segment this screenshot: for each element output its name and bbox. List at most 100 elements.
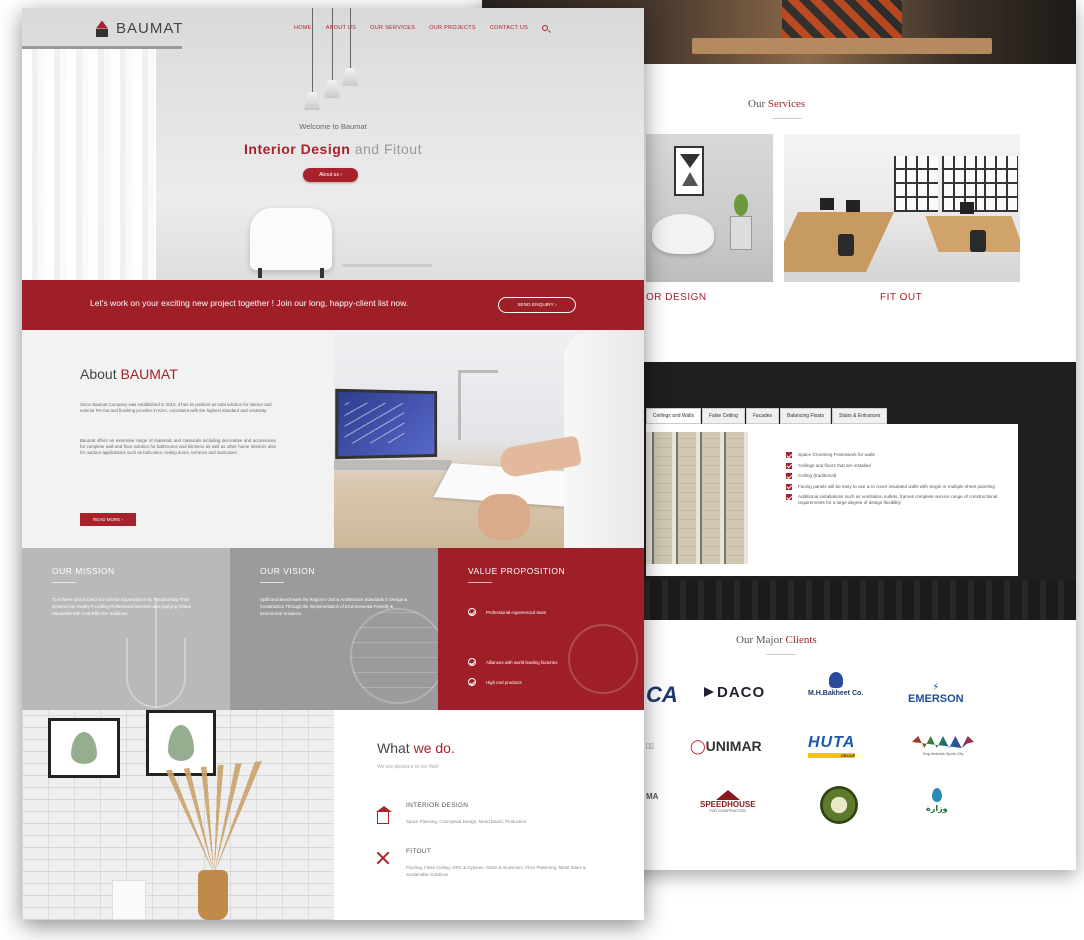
pouf-chair: [652, 214, 714, 254]
leaf-art: [70, 731, 98, 765]
tab-false-ceiling[interactable]: False Ceiling: [701, 408, 745, 424]
tab-stairs-entrances[interactable]: Stairs & Entrances: [832, 408, 888, 424]
service-label-fitout[interactable]: FIT OUT: [880, 292, 922, 303]
lightbulb-icon: [568, 624, 638, 694]
vision-block: OUR VISION Uplift and Benchmark the Regi…: [230, 548, 438, 710]
decor-image: [22, 710, 334, 920]
laptop-screen: [335, 388, 438, 460]
armchair: [250, 208, 332, 278]
service-image-fit-out[interactable]: [784, 134, 1020, 282]
what-we-do-section: What we do. We are pleasure to our field…: [334, 710, 644, 920]
vase: [198, 870, 228, 920]
mission-block: OUR MISSION To Achieve and Exceed Our Cl…: [22, 548, 230, 710]
check-circle-icon: [468, 658, 476, 666]
service-title-fitout[interactable]: FITOUT: [406, 848, 431, 855]
what-we-do-title: What we do.: [377, 740, 455, 756]
tab-facades[interactable]: Facades: [745, 408, 780, 424]
client-logo-partial[interactable]: ▯▯: [646, 742, 654, 750]
monitor: [960, 202, 974, 214]
service-label-interior[interactable]: OR DESIGN: [646, 292, 707, 303]
list-item: Facing panels will be easy to use & to c…: [786, 483, 1010, 490]
plant: [734, 194, 748, 216]
list-item: Space Grooming Framework for walls: [786, 452, 1010, 458]
client-logo-huta[interactable]: HUTA GROUP: [808, 734, 856, 758]
vision-text: Uplift and Benchmark the Region's Civil …: [260, 597, 408, 616]
office-window: [894, 156, 938, 212]
pendant-lamp-icon: [324, 80, 340, 98]
decor-plank: [692, 38, 992, 54]
checkbox-icon: [786, 452, 792, 458]
daco-mark-icon: [704, 687, 714, 697]
wall-panel: [676, 432, 696, 564]
services-title: Our Services: [748, 98, 806, 110]
client-logo-ca[interactable]: CA: [646, 682, 678, 708]
divider: [260, 582, 284, 583]
read-more-button[interactable]: READ MORE ›: [80, 513, 136, 526]
globe-icon: [350, 608, 438, 704]
nav-about-us[interactable]: ABOUT US: [326, 25, 356, 31]
pendant-lamp-icon: [304, 92, 320, 110]
baumat-logo-icon: [96, 21, 110, 37]
pampas-grass: [154, 760, 274, 874]
client-logo-speedhouse[interactable]: SPEEDHOUSE FOR CONSTRUCTION: [700, 790, 756, 813]
checkbox-icon: [786, 483, 792, 490]
about-paragraph-1: Since Baumat Company was established in …: [80, 402, 272, 414]
monitor: [846, 200, 860, 212]
client-logo-unimar[interactable]: ◯UNIMAR: [690, 738, 762, 755]
service-text-interior-design: Space Planning, Conceptual Design, Mood …: [406, 819, 527, 824]
kau-mark-icon: [912, 736, 974, 748]
wall-frame: [146, 710, 216, 776]
cta-banner: Let's work on your exciting new project …: [22, 280, 644, 330]
curtain: [22, 46, 156, 280]
monitor: [820, 198, 834, 210]
service-text-fitout: Flooring, False Ceiling, GRC & Gypsum, G…: [406, 865, 586, 877]
client-logo-emblem[interactable]: [820, 786, 858, 824]
wall-panel: [652, 432, 672, 564]
client-logo-emerson[interactable]: ⚡ EMERSON: [908, 682, 964, 705]
send-enquiry-button[interactable]: SEND ENQUIRY ›: [498, 297, 576, 313]
vision-title: OUR VISION: [260, 566, 316, 576]
office-window: [984, 156, 1018, 212]
about-section: About BAUMAT Since Baumat Company was es…: [22, 330, 334, 548]
nav-our-services[interactable]: OUR SERVICES: [370, 25, 415, 31]
about-us-button[interactable]: About us ›: [303, 168, 358, 182]
hand: [478, 494, 530, 540]
services-title-underline: [772, 118, 802, 119]
client-logo-ma[interactable]: MA: [646, 792, 658, 801]
client-logo-ministry[interactable]: وزارة: [926, 788, 948, 813]
list-item: Additional installations such as ventila…: [786, 494, 1010, 506]
about-paragraph-2: Baumat offers an extensive range of mate…: [80, 438, 276, 456]
client-logo-bakheet[interactable]: M.H.Bakheet Co.: [808, 672, 863, 697]
wall-art-icon: [674, 146, 704, 196]
service-image-interior-design[interactable]: [646, 134, 773, 282]
tab-ceilings-walls[interactable]: Ceilings and Walls: [646, 408, 701, 424]
client-logo-daco[interactable]: DACO: [704, 684, 765, 701]
wall-panel: [700, 432, 720, 564]
tab-balancing-floats[interactable]: Balancing Floats: [780, 408, 832, 424]
side-table: [342, 264, 432, 267]
tab-feature-list: Space Grooming Framework for walls Ceili…: [786, 452, 1010, 511]
nav-contact-us[interactable]: CONTACT US: [490, 25, 528, 31]
brand-logo[interactable]: BAUMAT: [96, 20, 183, 37]
nav-home[interactable]: HOME: [294, 25, 312, 31]
client-logo-kau-sports-city[interactable]: King Abdullah Sports City: [912, 732, 974, 762]
nav-our-projects[interactable]: OUR PROJECTS: [429, 25, 476, 31]
value-item: Professional experienced team: [468, 608, 546, 616]
tools-icon: [377, 852, 389, 864]
hero-headline: Interior Design and Fitout: [244, 141, 422, 157]
foreground-page: BAUMAT HOME ABOUT US OUR SERVICES OUR PR…: [22, 8, 644, 920]
unimar-mark-icon: ◯: [690, 738, 706, 754]
emerson-mark-icon: ⚡: [932, 682, 940, 693]
divider: [468, 582, 492, 583]
value-item: Alliances with world leading factories: [468, 658, 558, 666]
wall-panel: [724, 432, 744, 564]
about-image: [334, 330, 644, 548]
laptop-base: [334, 460, 452, 470]
office-chair: [838, 234, 854, 256]
service-title-interior-design[interactable]: INTERIOR DESIGN: [406, 802, 468, 809]
search-icon[interactable]: [542, 25, 549, 31]
about-title: About BAUMAT: [80, 366, 178, 382]
check-circle-icon: [468, 608, 476, 616]
value-item: High end products: [468, 678, 522, 686]
house-roof-icon: [715, 790, 740, 800]
